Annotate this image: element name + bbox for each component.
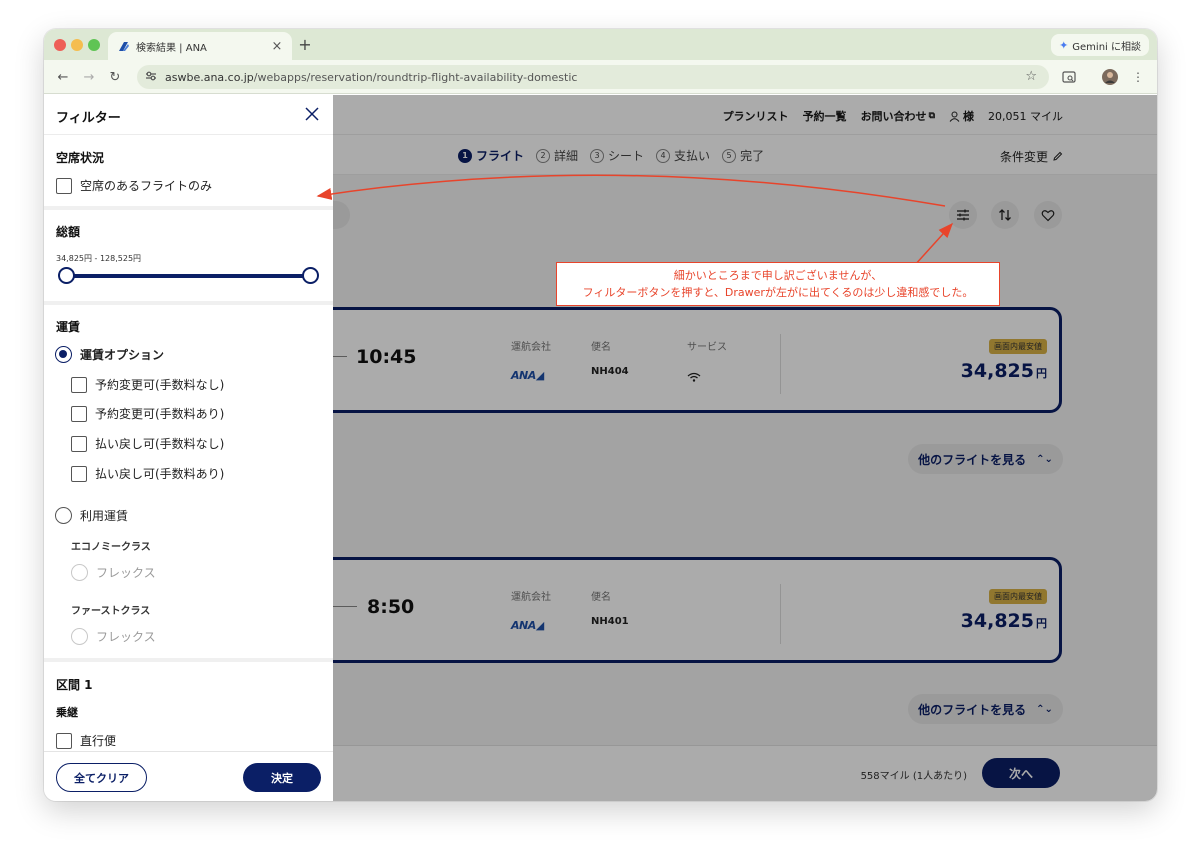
first-class-heading: ファーストクラス (71, 606, 151, 617)
segment-title: 区間 1 (56, 678, 93, 692)
minimize-window-button[interactable] (71, 39, 83, 51)
new-tab-button[interactable]: + (296, 35, 314, 54)
browser-window: 検索結果 | ANA × + ✦ Gemini に相談 ← → ↻ aswbe.… (44, 29, 1157, 801)
fare-option-checkbox[interactable]: 払い戻し可(手数料なし) (71, 435, 224, 452)
checkbox[interactable] (71, 465, 87, 482)
back-arrow-icon[interactable]: ← (54, 68, 72, 86)
url-domain: aswbe.ana.co.jp (165, 70, 254, 84)
page: プランリスト 予約一覧 お問い合わせ ⧉ 様 20,051 マイル 1 フライト … (44, 95, 1157, 801)
url-bar[interactable]: aswbe.ana.co.jp/webapps/reservation/roun… (137, 65, 1049, 89)
gemini-button[interactable]: ✦ Gemini に相談 (1051, 34, 1149, 56)
price-slider-max-handle[interactable] (302, 267, 319, 284)
connection-heading: 乗継 (56, 706, 78, 719)
fare-option-item-label: 払い戻し可(手数料なし) (95, 437, 225, 451)
seat-section-title: 空席状況 (56, 151, 105, 165)
fare-option-checkbox[interactable]: 予約変更可(手数料あり) (71, 405, 224, 422)
bookmark-star-icon[interactable]: ☆ (1025, 69, 1037, 84)
radio-button[interactable] (55, 346, 72, 363)
fare-option-label: 運賃オプション (80, 348, 165, 362)
tab-title: 検索結果 | ANA (136, 42, 207, 54)
annotation-line-2: フィルターボタンを押すと、Drawerが左がに出てくるのは少し違和感でした。 (582, 286, 974, 299)
clear-all-button[interactable]: 全てクリア (56, 763, 147, 792)
checkbox[interactable] (71, 376, 87, 393)
browser-tab[interactable]: 検索結果 | ANA × (108, 32, 292, 60)
drawer-header: フィルター (44, 95, 333, 135)
apply-button[interactable]: 決定 (243, 763, 321, 792)
annotation-callout: 細かいところまで申し訳ございませんが、 フィルターボタンを押すと、Drawerが… (556, 262, 1000, 306)
tab-close-icon[interactable]: × (270, 39, 284, 54)
flex-label: フレックス (96, 566, 156, 580)
price-range-label: 34,825円 - 128,525円 (56, 254, 142, 263)
maximize-window-button[interactable] (88, 39, 100, 51)
ana-favicon-icon (116, 39, 130, 53)
section-divider (44, 658, 333, 662)
radio-button[interactable] (55, 507, 72, 524)
direct-flight-checkbox[interactable]: 直行便 (56, 732, 116, 749)
checkbox[interactable] (56, 177, 72, 194)
flex-label: フレックス (96, 630, 156, 644)
close-icon[interactable] (303, 105, 321, 123)
economy-flex-radio[interactable]: フレックス (71, 564, 156, 581)
total-section-title: 総額 (56, 225, 81, 239)
available-fare-label: 利用運賃 (80, 509, 129, 523)
fare-option-radio[interactable]: 運賃オプション (55, 346, 164, 363)
address-row: ← → ↻ aswbe.ana.co.jp/webapps/reservatio… (44, 60, 1157, 94)
section-divider (44, 301, 333, 305)
reload-icon[interactable]: ↻ (106, 68, 124, 86)
fare-section-title: 運賃 (56, 320, 81, 334)
url-path: /webapps/reservation/roundtrip-flight-av… (253, 70, 578, 84)
annotation-line-1: 細かいところまで申し訳ございませんが、 (673, 269, 883, 282)
first-flex-radio[interactable]: フレックス (71, 628, 156, 645)
fare-option-item-label: 払い戻し可(手数料あり) (95, 467, 225, 481)
site-settings-icon[interactable] (145, 70, 157, 85)
radio-button[interactable] (71, 564, 88, 581)
seat-only-checkbox[interactable]: 空席のあるフライトのみ (56, 177, 212, 194)
seat-only-label: 空席のあるフライトのみ (80, 179, 213, 193)
price-slider-track[interactable] (66, 274, 312, 278)
fare-option-item-label: 予約変更可(手数料あり) (95, 407, 225, 421)
profile-avatar[interactable] (1101, 68, 1119, 86)
tab-search-icon[interactable] (1060, 68, 1078, 86)
checkbox[interactable] (71, 435, 87, 452)
tab-strip: 検索結果 | ANA × + ✦ Gemini に相談 (44, 29, 1157, 60)
filter-drawer: フィルター 空席状況 空席のあるフライトのみ 総額 34,825円 - 128,… (44, 95, 333, 801)
checkbox[interactable] (56, 732, 72, 749)
available-fare-radio[interactable]: 利用運賃 (55, 507, 128, 524)
checkbox[interactable] (71, 405, 87, 422)
gemini-label: Gemini に相談 (1072, 41, 1141, 53)
fare-option-checkbox[interactable]: 予約変更可(手数料なし) (71, 376, 224, 393)
close-window-button[interactable] (54, 39, 66, 51)
radio-button[interactable] (71, 628, 88, 645)
browser-menu-icon[interactable]: ⋮ (1129, 68, 1147, 86)
gemini-sparkle-icon: ✦ (1059, 38, 1069, 52)
fare-option-item-label: 予約変更可(手数料なし) (95, 378, 225, 392)
section-divider (44, 206, 333, 210)
price-slider-min-handle[interactable] (58, 267, 75, 284)
drawer-footer: 全てクリア 決定 (44, 751, 333, 801)
fare-option-checkbox[interactable]: 払い戻し可(手数料あり) (71, 465, 224, 482)
economy-class-heading: エコノミークラス (71, 542, 151, 553)
forward-arrow-icon[interactable]: → (80, 68, 98, 86)
direct-flight-label: 直行便 (80, 734, 117, 748)
drawer-title: フィルター (56, 111, 121, 126)
